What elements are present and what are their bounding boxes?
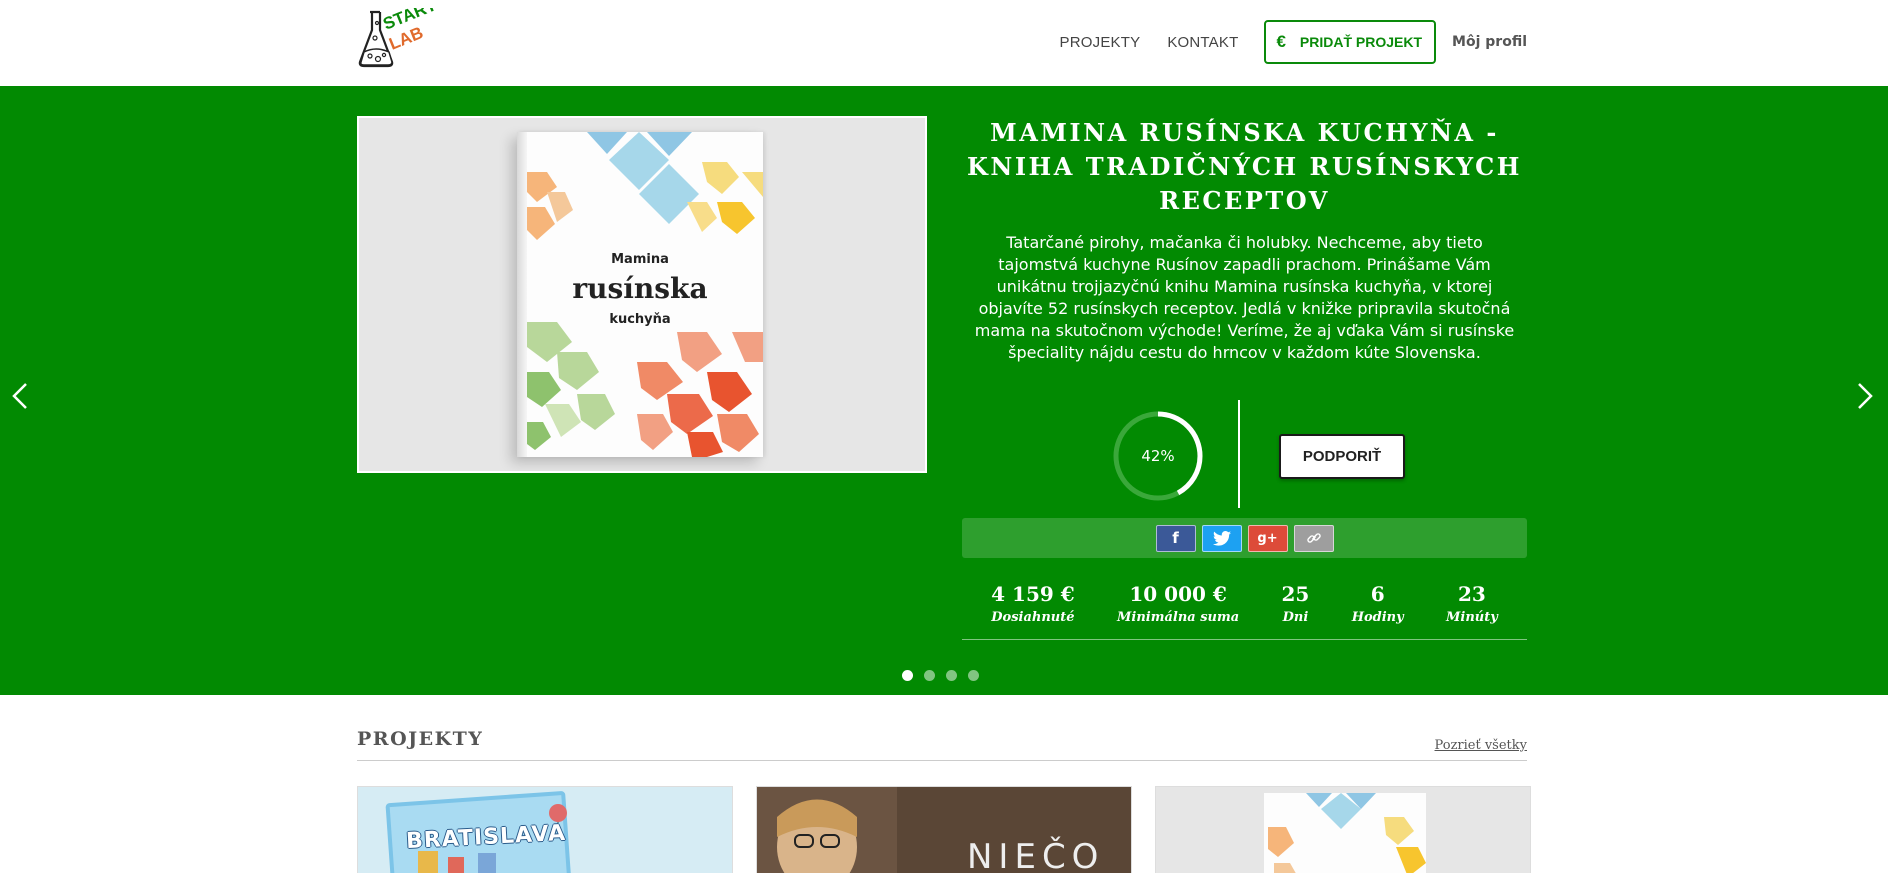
stat-minutes: 23 Minúty xyxy=(1446,580,1498,639)
project-card-title: NIEČO xyxy=(967,837,1105,873)
facebook-share-button[interactable]: f xyxy=(1155,524,1196,552)
carousel-dots xyxy=(902,670,990,681)
carousel-dot-4[interactable] xyxy=(968,670,979,681)
vertical-divider xyxy=(1238,400,1240,508)
stat-label: Dni xyxy=(1282,610,1309,625)
carousel-prev-arrow[interactable] xyxy=(6,376,36,416)
stat-goal: 10 000 € Minimálna suma xyxy=(1117,580,1239,639)
hero-carousel: Mamina rusínska kuchyňa MAMINA RUSÍNSKA … xyxy=(0,86,1888,695)
add-project-button[interactable]: € PRIDAŤ PROJEKT xyxy=(1264,20,1437,64)
project-info: MAMINA RUSÍNSKA KUCHYŇA - KNIHA TRADIČNÝ… xyxy=(962,86,1527,640)
site-header: START LAB PROJEKTY KONTAKT € PRIDAŤ PROJ… xyxy=(0,0,1891,86)
progress-row: 42% PODPORIŤ xyxy=(962,400,1527,510)
project-card[interactable]: BRATISLAVA xyxy=(357,786,733,873)
book-cover: Mamina rusínska kuchyňa xyxy=(517,132,763,457)
googleplus-share-button[interactable]: g+ xyxy=(1247,524,1288,552)
twitter-share-button[interactable] xyxy=(1201,524,1242,552)
googleplus-icon: g+ xyxy=(1257,530,1278,546)
nav-projects[interactable]: PROJEKTY xyxy=(1060,34,1141,51)
startlab-logo[interactable]: START LAB xyxy=(356,8,436,70)
add-project-label: PRIDAŤ PROJEKT xyxy=(1299,34,1423,50)
copy-link-button[interactable] xyxy=(1293,524,1334,552)
book-title-line1: Mamina xyxy=(611,252,669,267)
stat-label: Minimálna suma xyxy=(1117,610,1240,625)
stat-value: 25 xyxy=(1281,582,1310,606)
support-button[interactable]: PODPORIŤ xyxy=(1279,434,1405,479)
stat-value: 6 xyxy=(1370,582,1385,606)
progress-percent: 42% xyxy=(1141,447,1175,465)
twitter-icon xyxy=(1212,530,1231,546)
carousel-dot-3[interactable] xyxy=(946,670,957,681)
stat-days: 25 Dni xyxy=(1282,580,1310,639)
nav-my-profile[interactable]: Môj profil xyxy=(1452,34,1527,50)
stat-value: 4 159 € xyxy=(991,582,1075,606)
projects-section-header: PROJEKTY Pozrieť všetky xyxy=(357,726,1527,761)
project-description: Tatarčané pirohy, mačanka či holubky. Ne… xyxy=(974,233,1515,362)
stat-value: 10 000 € xyxy=(1129,582,1227,606)
book-title-line3: kuchyňa xyxy=(609,312,671,327)
project-image[interactable]: Mamina rusínska kuchyňa xyxy=(357,116,927,473)
link-icon xyxy=(1306,533,1321,543)
chevron-right-icon xyxy=(1858,383,1873,409)
projects-title: PROJEKTY xyxy=(357,728,484,750)
project-card[interactable]: NIEČO xyxy=(756,786,1132,873)
stat-label: Dosiahnuté xyxy=(991,610,1075,625)
stat-raised: 4 159 € Dosiahnuté xyxy=(991,580,1075,639)
nav-contact[interactable]: KONTAKT xyxy=(1167,34,1238,51)
stat-label: Hodiny xyxy=(1351,610,1404,625)
project-title[interactable]: MAMINA RUSÍNSKA KUCHYŇA - KNIHA TRADIČNÝ… xyxy=(962,116,1527,218)
euro-icon: € xyxy=(1276,32,1286,51)
carousel-dot-1[interactable] xyxy=(902,670,913,681)
main-nav: PROJEKTY KONTAKT € PRIDAŤ PROJEKT Môj pr… xyxy=(1033,20,1527,64)
chevron-left-icon xyxy=(12,383,27,409)
book-title-line2: rusínska xyxy=(572,272,708,305)
project-card[interactable] xyxy=(1155,786,1531,873)
carousel-dot-2[interactable] xyxy=(924,670,935,681)
stat-label: Minúty xyxy=(1446,610,1498,625)
stat-hours: 6 Hodiny xyxy=(1352,580,1404,639)
share-bar: f g+ xyxy=(962,518,1527,558)
progress-ring: 42% xyxy=(1112,410,1204,502)
facebook-icon: f xyxy=(1172,529,1179,547)
funding-stats: 4 159 € Dosiahnuté 10 000 € Minimálna su… xyxy=(962,580,1527,640)
stat-value: 23 xyxy=(1457,582,1486,606)
carousel-next-arrow[interactable] xyxy=(1849,376,1879,416)
see-all-projects-link[interactable]: Pozrieť všetky xyxy=(1435,738,1527,753)
